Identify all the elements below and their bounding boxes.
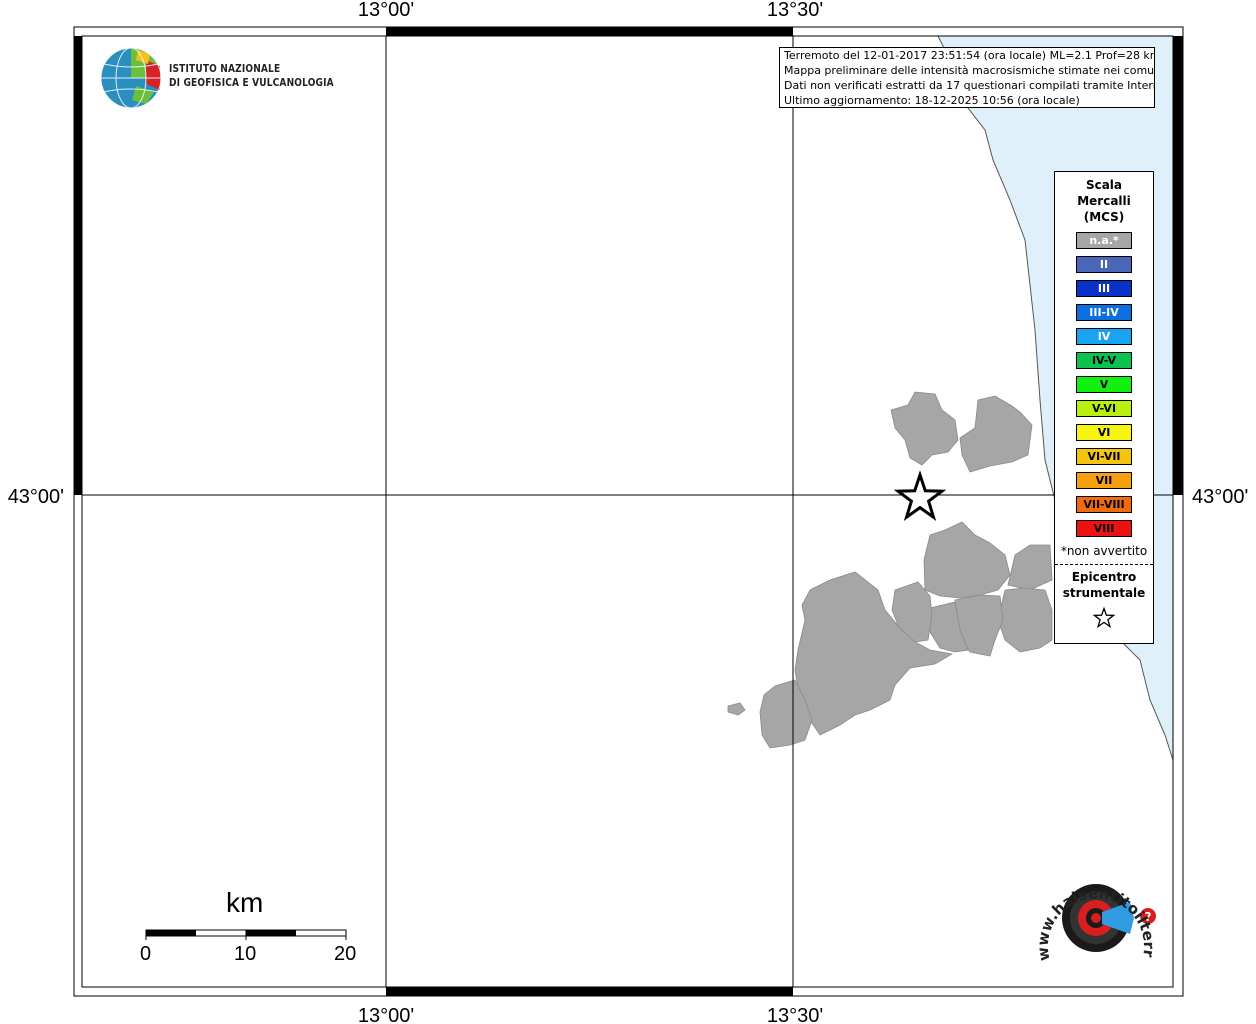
municipality — [923, 521, 1011, 599]
municipality — [890, 391, 959, 466]
haisentito-text: www.haisentitoilterremoto.it — [0, 0, 1158, 962]
municipality — [727, 702, 746, 716]
legend-divider — [1055, 564, 1153, 565]
scale-bar — [145, 929, 347, 940]
scale-label-0: 0 — [140, 943, 152, 965]
legend-item: V-VI — [1076, 400, 1132, 417]
legend-item: IV-V — [1076, 352, 1132, 369]
globe-logo-icon — [100, 47, 162, 109]
lon-tick-bottom-1: 13°00' — [358, 1005, 414, 1024]
lat-tick-right: 43°00' — [1192, 486, 1248, 508]
lon-tick-top-1: 13°00' — [358, 0, 414, 21]
event-info-line2: Mappa preliminare delle intensità macros… — [784, 64, 1155, 77]
institute-name-line1: ISTITUTO NAZIONALE — [169, 62, 281, 75]
mcs-legend: Scala Mercalli (MCS) n.a.* II III III-IV IV I… — [1054, 171, 1154, 644]
legend-note: *non avvertito — [1060, 544, 1148, 558]
legend-item: VI — [1076, 424, 1132, 441]
legend-item: V — [1076, 376, 1132, 393]
legend-item: III — [1076, 280, 1132, 297]
legend-star-icon — [1055, 606, 1153, 633]
scale-label-20: 20 — [334, 943, 357, 965]
municipality-polygons — [727, 391, 1053, 749]
municipality — [1007, 544, 1053, 591]
municipality — [997, 587, 1053, 653]
municipality — [959, 395, 1033, 473]
legend-item: III-IV — [1076, 304, 1132, 321]
legend-item: VIII — [1076, 520, 1132, 537]
legend-item: VI-VII — [1076, 448, 1132, 465]
scale-label-10: 10 — [234, 943, 257, 965]
lat-tick-left: 43°00' — [8, 486, 64, 508]
lon-tick-bottom-2: 13°30' — [767, 1005, 823, 1024]
epicenter-star-icon — [893, 470, 947, 521]
legend-item: VII-VIII — [1076, 496, 1132, 513]
haisentito-logo-icon: ? www.haisentitoilterremoto.it — [0, 0, 1158, 962]
legend-item: IV — [1076, 328, 1132, 345]
legend-items: n.a.* II III III-IV IV IV-V V V-VI VI VI-VII VII VI… — [1055, 232, 1153, 537]
institute-name-line2: DI GEOFISICA E VULCANOLOGIA — [169, 76, 334, 89]
event-info-box: Terremoto del 12-01-2017 23:51:54 (ora l… — [779, 47, 1155, 108]
scale-unit-label: km — [226, 887, 264, 918]
legend-item: n.a.* — [1076, 232, 1132, 249]
legend-item: VII — [1076, 472, 1132, 489]
event-info-line3: Dati non verificati estratti da 17 quest… — [784, 79, 1155, 92]
legend-title: Scala Mercalli (MCS) — [1077, 178, 1131, 224]
event-info-line4: Ultimo aggiornamento: 18-12-2025 10:56 (… — [784, 94, 1080, 107]
legend-item: II — [1076, 256, 1132, 273]
lon-tick-top-2: 13°30' — [767, 0, 823, 21]
legend-epicenter-title: Epicentro strumentale — [1062, 570, 1146, 600]
institute-name: ISTITUTO NAZIONALE DI GEOFISICA E VULCAN… — [169, 62, 334, 90]
event-info-line1: Terremoto del 12-01-2017 23:51:54 (ora l… — [784, 49, 1155, 62]
